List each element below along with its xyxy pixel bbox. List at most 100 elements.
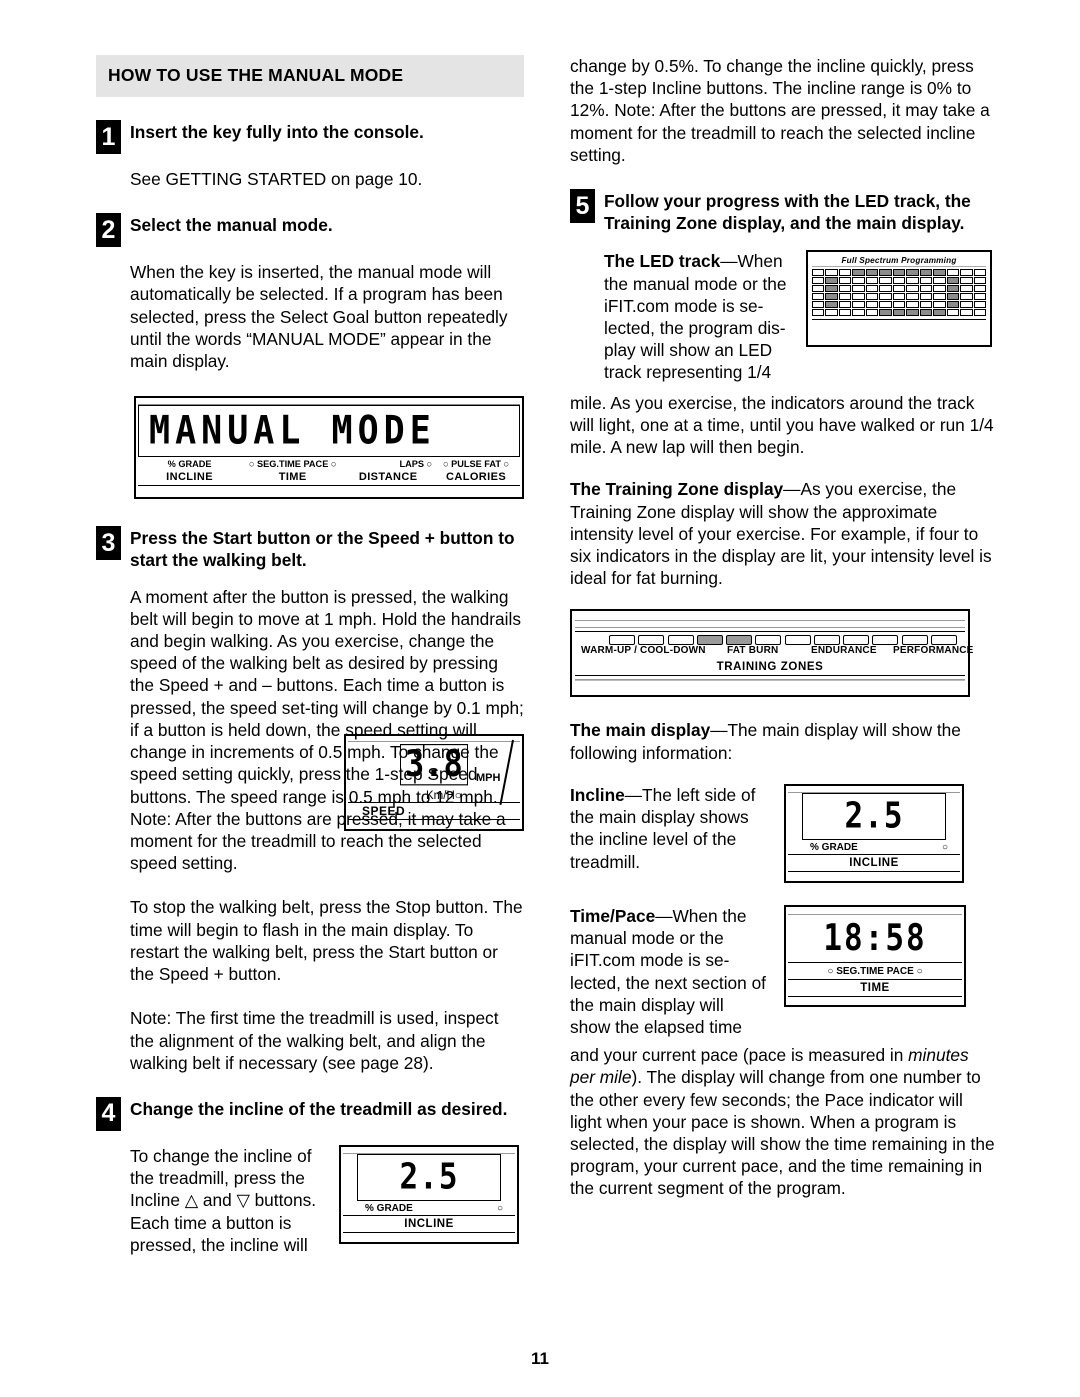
led-cell-off (892, 277, 906, 285)
time-indicator-row: ○ SEG.TIME PACE ○ (827, 965, 923, 977)
led-cell-off (812, 301, 825, 309)
speed-unit-mph: MPH (476, 771, 501, 784)
training-zone-bar-off (872, 635, 899, 646)
zone-label-fatburn: FAT BURN (727, 645, 779, 657)
step-2-number: 2 (96, 213, 121, 248)
led-cell-off (973, 301, 987, 309)
led-panel-bottom-strip (812, 319, 986, 341)
step-1-title: Insert the key fully into the console. (130, 122, 424, 142)
led-cell-lit (919, 309, 933, 317)
speed-panel-main: 3.8 MPH Km/H○ (348, 739, 520, 805)
led-cell-lit (892, 269, 906, 277)
incline-lcd-window-b: 2.5 (357, 1153, 501, 1201)
training-zone-bar-off (638, 635, 665, 646)
led-cell-off (812, 277, 825, 285)
led-cell-off (892, 285, 906, 293)
indicator-laps: LAPS ○ (399, 459, 433, 470)
speed-unit-kmh: Km/H○ (426, 789, 462, 802)
led-cell-off (946, 309, 960, 317)
led-cell-off (973, 269, 987, 277)
indicator-pulse-fat: ○ PULSE FAT ○ (443, 459, 510, 470)
led-cell-off (812, 309, 825, 317)
speed-value: 3.8 (400, 743, 468, 785)
led-track-paragraph: The LED track—When the manual mode or th… (604, 250, 790, 383)
led-cell-off (973, 293, 987, 301)
step-3-body-a: A moment after the button is pressed, th… (130, 586, 524, 874)
zone-label-endurance: ENDURANCE (811, 645, 877, 657)
led-cell-off (838, 277, 852, 285)
time-pace-text-full: and your current pace (pace is measured … (570, 1044, 996, 1200)
step-3-body-a-wrap: 3.8 MPH Km/H○ SPEED A moment after the b… (96, 586, 524, 875)
led-cell-off (973, 277, 987, 285)
time-pace-text-b: ). The display will change from one numb… (570, 1067, 995, 1199)
led-track-panel: Full Spectrum Programming (806, 250, 992, 348)
led-cell-lit (906, 269, 919, 277)
incline-item-wrap: Incline—The left side of the main displa… (570, 783, 996, 883)
training-zone-bar-off (609, 635, 635, 646)
step-1-body: See GETTING STARTED on page 10. (130, 169, 423, 189)
right-column: change by 0.5%. To change the incline qu… (570, 55, 996, 1200)
incline-dot-b: ○ (496, 1202, 503, 1214)
led-cell-off (933, 285, 946, 293)
led-cell-off (825, 269, 838, 277)
led-cell-off (825, 309, 838, 317)
manual-mode-lcd-window: MANUAL MODE (138, 405, 520, 458)
training-zone-bar-off (755, 635, 782, 646)
led-cell-off (919, 293, 933, 301)
manual-page: HOW TO USE THE MANUAL MODE 1 Insert the … (0, 0, 1080, 1397)
led-cell-off (906, 285, 919, 293)
led-cell-off (933, 293, 946, 301)
led-cell-off (838, 269, 852, 277)
led-cell-off (838, 301, 852, 309)
led-cell-lit (825, 293, 838, 301)
led-cell-off (879, 285, 892, 293)
led-track-row (812, 309, 987, 317)
speed-caption: SPEED (348, 801, 520, 819)
indicator-grade: % GRADE (167, 459, 212, 470)
step-1: 1 Insert the key fully into the console. (96, 119, 524, 154)
training-zone-paragraph: The Training Zone display—As you exercis… (570, 478, 996, 589)
training-zone-bar-lit (696, 635, 723, 646)
section-label-incline: INCLINE (166, 471, 213, 484)
led-cell-off (879, 301, 892, 309)
led-cell-off (960, 285, 973, 293)
led-track-row (812, 285, 987, 293)
led-cell-lit (825, 277, 838, 285)
zone-label-performance: PERFORMANCE (893, 645, 974, 657)
led-cell-off (852, 293, 865, 301)
indicator-segtime-pace: ○ SEG.TIME PACE ○ (248, 459, 337, 470)
led-cell-off (812, 269, 825, 277)
led-cell-lit (946, 301, 960, 309)
led-cell-off (960, 293, 973, 301)
led-track-row (812, 269, 987, 277)
manual-mode-indicator-row: % GRADE ○ SEG.TIME PACE ○ LAPS ○ ○ PULSE… (138, 457, 520, 470)
training-zone-bar-off (843, 635, 870, 646)
led-cell-lit (825, 301, 838, 309)
manual-mode-display-panel: MANUAL MODE % GRADE ○ SEG.TIME PACE ○ LA… (134, 396, 524, 500)
speed-panel-inner: 3.8 MPH Km/H○ SPEED (348, 738, 520, 827)
led-cell-off (973, 285, 987, 293)
led-track-row (812, 277, 987, 285)
incline-indicator-row-r: % GRADE ○ (788, 840, 960, 854)
incline-value-r: 2.5 (844, 795, 904, 838)
main-display-dash: — (710, 720, 728, 741)
training-zone-bar-off (901, 635, 928, 646)
led-cell-lit (879, 309, 892, 317)
speed-panel-diagonal-edge (499, 739, 514, 805)
incline-dot-r: ○ (941, 841, 948, 853)
led-track-heading: The LED track (604, 251, 721, 272)
led-cell-off (838, 285, 852, 293)
led-cell-off (946, 269, 960, 277)
manual-mode-label-area: % GRADE ○ SEG.TIME PACE ○ LAPS ○ ○ PULSE… (138, 457, 520, 485)
tz-strip-1 (575, 614, 965, 622)
led-cell-lit (946, 277, 960, 285)
incline-item-heading: Incline (570, 784, 625, 805)
training-zone-bar-off (667, 635, 694, 646)
led-cell-off (892, 293, 906, 301)
led-cell-lit (879, 269, 892, 277)
zone-label-warmup: WARM-UP / COOL-DOWN (581, 645, 706, 657)
step-2-title: Select the manual mode. (130, 215, 333, 236)
led-cell-off (960, 301, 973, 309)
training-zone-bar-off (930, 635, 957, 646)
main-display-heading: The main display (570, 720, 711, 741)
